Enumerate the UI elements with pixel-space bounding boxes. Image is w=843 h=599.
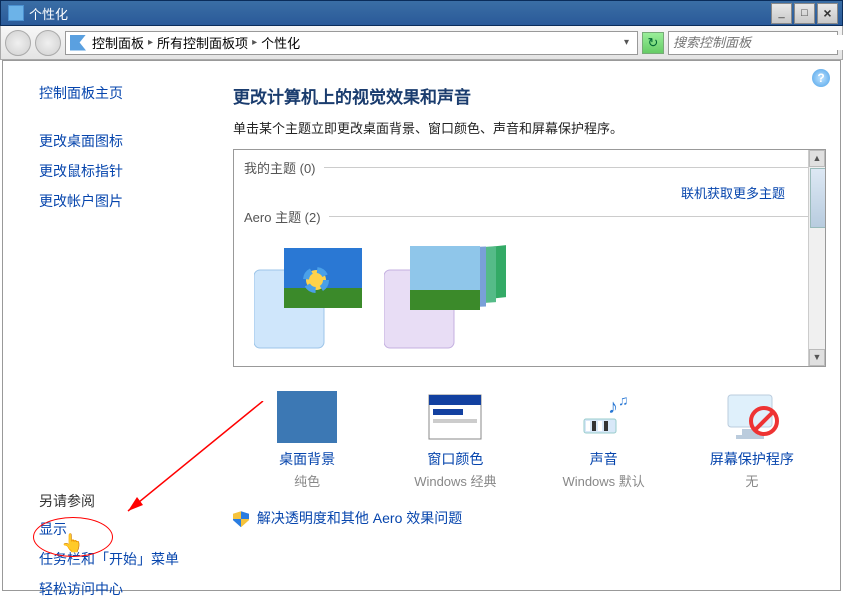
close-button[interactable]: × (817, 3, 838, 24)
maximize-button[interactable]: □ (794, 3, 815, 24)
address-dropdown-icon[interactable]: ▾ (620, 37, 633, 48)
refresh-button[interactable]: ↻ (642, 32, 664, 54)
see-also-heading: 另请参阅 (39, 491, 213, 511)
address-bar[interactable]: 控制面板 ▸ 所有控制面板项 ▸ 个性化 ▾ (65, 31, 638, 55)
theme-thumbnail[interactable] (254, 240, 364, 350)
sidebar: 控制面板主页 更改桌面图标 更改鼠标指针 更改帐户图片 另请参阅 显示 任务栏和… (3, 61, 223, 590)
group-aero-themes: Aero 主题 (2) (244, 207, 321, 226)
minimize-button[interactable]: _ (771, 3, 792, 24)
group-my-themes: 我的主题 (0) (244, 158, 316, 177)
aero-troubleshoot-link[interactable]: 解决透明度和其他 Aero 效果问题 (257, 510, 462, 526)
back-button[interactable] (5, 30, 31, 56)
forward-button[interactable] (35, 30, 61, 56)
get-more-themes-link[interactable]: 联机获取更多主题 (681, 186, 785, 201)
themes-scrollbar[interactable]: ▲ ▼ (808, 150, 825, 366)
sidebar-link-home[interactable]: 控制面板主页 (39, 83, 213, 103)
scroll-up-icon[interactable]: ▲ (809, 150, 825, 167)
breadcrumb-2[interactable]: 所有控制面板项 (157, 33, 248, 52)
item-sublabel: 纯色 (247, 471, 367, 490)
screensaver-item[interactable]: 屏幕保护程序 无 (692, 391, 812, 490)
item-label: 声音 (544, 449, 664, 469)
search-box: 🔍 (668, 31, 838, 55)
theme-thumbnail[interactable] (384, 240, 494, 350)
item-label: 桌面背景 (247, 449, 367, 469)
aero-troubleshoot: 解决透明度和其他 Aero 效果问题 (233, 508, 826, 528)
chevron-right-icon: ▸ (148, 37, 153, 48)
desktop-background-item[interactable]: 桌面背景 纯色 (247, 391, 367, 490)
breadcrumb-3[interactable]: 个性化 (261, 33, 300, 52)
page-subtitle: 单击某个主题立即更改桌面背景、窗口颜色、声音和屏幕保护程序。 (233, 118, 826, 137)
see-also-ease-of-access[interactable]: 轻松访问中心 (39, 579, 213, 599)
chevron-right-icon: ▸ (252, 37, 257, 48)
item-sublabel: Windows 默认 (544, 471, 664, 490)
scroll-down-icon[interactable]: ▼ (809, 349, 825, 366)
sidebar-link-desktop-icons[interactable]: 更改桌面图标 (39, 131, 213, 151)
client-area: ? 控制面板主页 更改桌面图标 更改鼠标指针 更改帐户图片 另请参阅 显示 任务… (2, 60, 841, 591)
sounds-item[interactable]: ♪ ♫ 声音 Windows 默认 (544, 391, 664, 490)
divider (324, 167, 815, 168)
window-title: 个性化 (29, 4, 771, 23)
breadcrumb-1[interactable]: 控制面板 (92, 33, 144, 52)
sidebar-link-mouse-pointers[interactable]: 更改鼠标指针 (39, 161, 213, 181)
item-sublabel: 无 (692, 471, 812, 490)
control-panel-icon (70, 35, 86, 51)
svg-text:♪: ♪ (608, 396, 618, 418)
svg-text:♫: ♫ (618, 392, 629, 408)
item-label: 屏幕保护程序 (692, 449, 812, 469)
search-input[interactable] (669, 35, 843, 50)
toolbar: 控制面板 ▸ 所有控制面板项 ▸ 个性化 ▾ ↻ 🔍 (0, 26, 843, 60)
scroll-thumb[interactable] (810, 168, 826, 228)
main-panel: 更改计算机上的视觉效果和声音 单击某个主题立即更改桌面背景、窗口颜色、声音和屏幕… (223, 61, 840, 590)
themes-box: 我的主题 (0) 联机获取更多主题 Aero 主题 (2) (233, 149, 826, 367)
page-title: 更改计算机上的视觉效果和声音 (233, 83, 826, 108)
shield-icon (233, 511, 249, 527)
see-also-display[interactable]: 显示 (39, 519, 213, 539)
window-color-item[interactable]: 窗口颜色 Windows 经典 (395, 391, 515, 490)
item-label: 窗口颜色 (395, 449, 515, 469)
divider (329, 216, 815, 217)
item-sublabel: Windows 经典 (395, 471, 515, 490)
titlebar: 个性化 _ □ × (0, 0, 843, 26)
bottom-row: 桌面背景 纯色 窗口颜色 Windows 经典 ♪ (233, 391, 826, 490)
window-icon (8, 5, 24, 21)
see-also-taskbar[interactable]: 任务栏和「开始」菜单 (39, 549, 213, 569)
sidebar-link-account-picture[interactable]: 更改帐户图片 (39, 191, 213, 211)
